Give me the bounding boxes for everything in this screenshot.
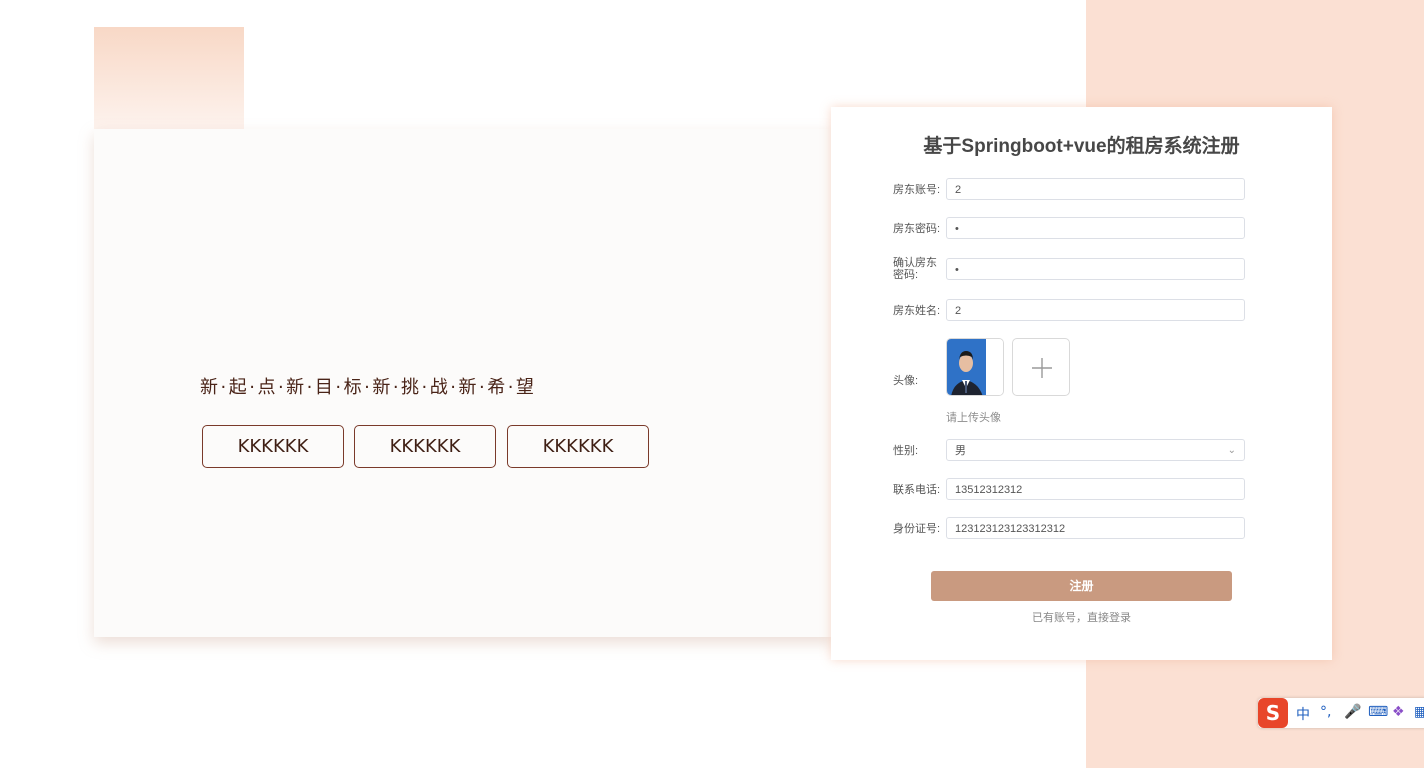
tag-button-3[interactable]: KKKKKK <box>507 425 649 468</box>
gender-label: 性别: <box>893 445 919 457</box>
login-link[interactable]: 已有账号，直接登录 <box>831 609 1332 625</box>
toolbox-icon[interactable]: ▦ <box>1414 704 1424 720</box>
form-title: 基于Springboot+vue的租房系统注册 <box>923 136 1240 157</box>
idcard-label: 身份证号: <box>893 523 941 535</box>
name-label: 房东姓名: <box>893 305 941 317</box>
tag-button-1[interactable]: KKKKKK <box>202 425 344 468</box>
upload-avatar-button[interactable] <box>1012 338 1070 396</box>
name-input[interactable]: 2 <box>946 299 1245 321</box>
microphone-icon[interactable]: 🎤 <box>1344 704 1361 720</box>
confirm-password-label: 确认房东密码: <box>893 257 937 281</box>
ime-language[interactable]: 中 <box>1296 704 1310 724</box>
account-input[interactable]: 2 <box>946 178 1245 200</box>
tag-button-2[interactable]: KKKKKK <box>354 425 496 468</box>
register-form: 基于Springboot+vue的租房系统注册 房东账号: 2 房东密码: • … <box>831 107 1332 660</box>
plus-icon <box>1032 358 1052 378</box>
password-input[interactable]: • <box>946 217 1245 239</box>
ime-punctuation[interactable]: °, <box>1320 704 1331 720</box>
slogan-text: 新·起·点·新·目·标·新·挑·战·新·希·望 <box>200 377 537 398</box>
chevron-down-icon: ⌄ <box>1227 445 1236 456</box>
gender-value: 男 <box>955 445 966 457</box>
keyboard-icon[interactable]: ⌨ <box>1368 704 1388 720</box>
sogou-logo-icon[interactable]: S <box>1258 698 1288 728</box>
avatar-photo-icon <box>947 339 1003 395</box>
left-panel: 新·起·点·新·目·标·新·挑·战·新·希·望 KKKKKK KKKKKK KK… <box>94 129 834 637</box>
avatar-hint: 请上传头像 <box>946 412 1001 424</box>
gender-select[interactable]: 男 ⌄ <box>946 439 1245 461</box>
decorative-square <box>94 27 244 130</box>
register-button[interactable]: 注册 <box>931 571 1232 601</box>
ime-toolbar[interactable]: S 中 °, 🎤 ⌨ ❖ ▦ <box>1258 698 1424 728</box>
phone-input[interactable]: 13512312312 <box>946 478 1245 500</box>
skin-icon[interactable]: ❖ <box>1392 704 1405 720</box>
account-label: 房东账号: <box>893 184 941 196</box>
phone-label: 联系电话: <box>893 484 941 496</box>
avatar-preview[interactable] <box>946 338 1004 396</box>
confirm-password-input[interactable]: • <box>946 258 1245 280</box>
idcard-input[interactable]: 123123123123312312 <box>946 517 1245 539</box>
password-label: 房东密码: <box>893 223 941 235</box>
avatar-label: 头像: <box>893 375 919 387</box>
